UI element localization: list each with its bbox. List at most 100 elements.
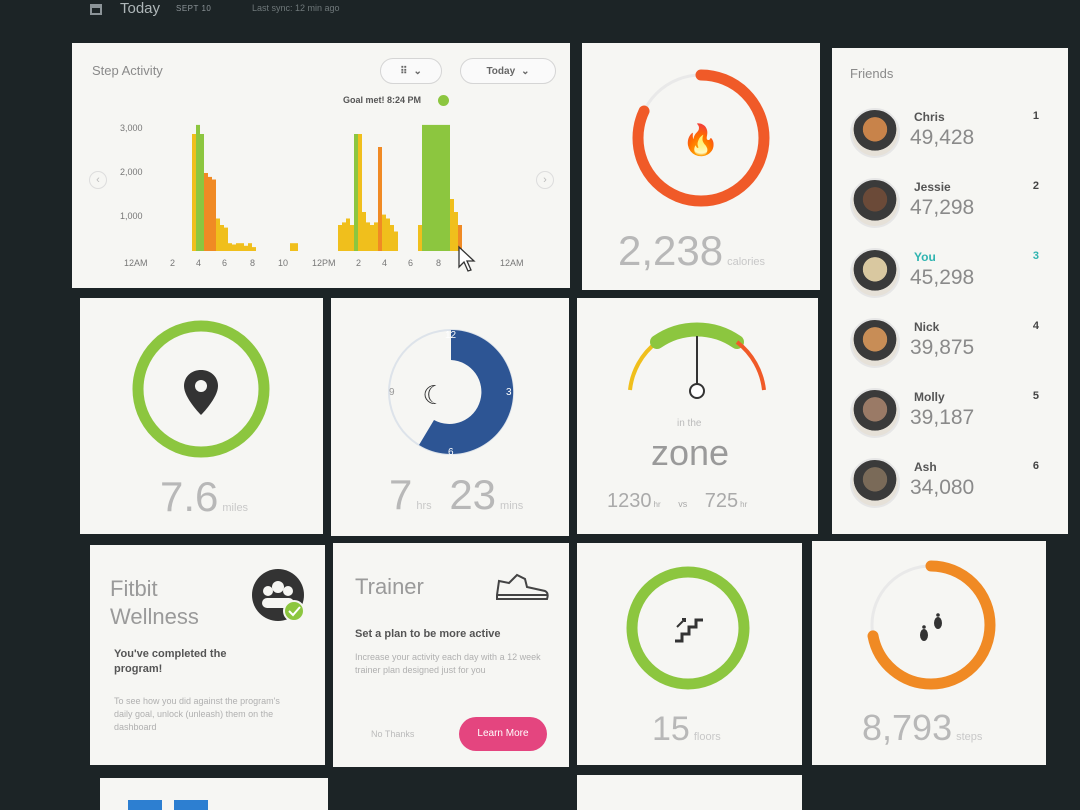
friend-name: Chris — [914, 110, 945, 124]
step-bar — [346, 218, 350, 251]
friend-steps: 39,187 — [910, 406, 975, 429]
avatar — [850, 178, 900, 228]
step-bar — [244, 245, 248, 251]
step-bar — [422, 124, 426, 251]
step-bar — [358, 134, 362, 251]
partial-tile-bottom-middle[interactable] — [577, 775, 802, 810]
wellness-tile[interactable]: Fitbit Wellness You've completed the pro… — [90, 545, 325, 765]
steps-count-tile[interactable]: 8,793 steps — [812, 541, 1046, 765]
friend-rank: 1 — [1032, 110, 1039, 122]
step-bar — [362, 212, 366, 251]
friend-name: You — [914, 250, 936, 264]
calories-tile[interactable]: 🔥 2,238 calories — [582, 43, 820, 290]
step-bar — [390, 225, 394, 251]
step-bar — [394, 231, 398, 251]
step-bar — [430, 124, 434, 251]
location-pin-icon — [184, 370, 218, 415]
tile-title: Friends — [850, 66, 894, 81]
friend-name: Molly — [914, 390, 945, 404]
friend-row[interactable]: You 45,298 3 — [842, 242, 1047, 304]
floors-tile[interactable]: 15 floors — [577, 543, 802, 765]
moon-icon: ☾ — [422, 380, 445, 410]
sleep-tile[interactable]: ☾ 12 3 6 9 7 hrs 23 mins — [331, 298, 569, 536]
step-bar — [370, 225, 374, 251]
distance-stat: 7.6 miles — [160, 473, 249, 520]
step-bar — [232, 244, 236, 251]
friend-steps: 49,428 — [910, 126, 975, 149]
friend-row[interactable]: Nick 39,875 4 — [842, 312, 1047, 374]
flame-icon: 🔥 — [682, 122, 719, 157]
trainer-title: Trainer — [355, 574, 424, 599]
step-bar — [236, 243, 240, 251]
step-bar — [426, 124, 430, 251]
step-bar — [382, 214, 386, 251]
avatar — [850, 458, 900, 508]
stairs-icon — [675, 618, 703, 643]
step-bar — [290, 243, 294, 251]
wellness-completed-text: You've completed the program! — [114, 648, 227, 675]
friend-rank: 3 — [1032, 250, 1039, 262]
friend-row[interactable]: Molly 39,187 5 — [842, 382, 1047, 444]
friend-name: Ash — [914, 460, 937, 474]
zone-comparison: 1230 hr vs 725 hr — [607, 490, 748, 512]
friends-tile[interactable]: Friends Chris 49,428 1 Jessie 47,298 2 You 45,2… — [832, 48, 1068, 534]
step-bar — [200, 134, 204, 251]
step-bar — [220, 225, 224, 251]
page-title: Today — [120, 0, 161, 17]
wellness-body-text: To see how you did against the program's… — [114, 696, 280, 732]
friend-name: Jessie — [914, 180, 951, 194]
step-bar — [338, 225, 342, 251]
friend-row[interactable]: Ash 34,080 6 — [842, 452, 1047, 514]
steps-count-stat: 8,793 steps — [862, 707, 983, 748]
step-bar — [446, 124, 450, 251]
trainer-tile[interactable]: Trainer Set a plan to be more active Inc… — [333, 543, 569, 767]
friend-rank: 6 — [1032, 460, 1039, 472]
distance-tile[interactable]: 7.6 miles — [80, 298, 323, 534]
calendar-icon[interactable] — [90, 4, 102, 15]
friend-row[interactable]: Chris 49,428 1 — [842, 102, 1047, 164]
clock-label-12: 12 — [445, 330, 457, 341]
zone-title: zone — [651, 432, 730, 473]
step-bar — [240, 243, 244, 251]
group-check-icon — [252, 569, 305, 622]
partial-tile-bottom-left[interactable] — [100, 778, 328, 810]
avatar — [850, 318, 900, 368]
weight-bar-icon — [128, 800, 162, 810]
friend-row[interactable]: Jessie 47,298 2 — [842, 172, 1047, 234]
weight-bar-icon — [174, 800, 208, 810]
date-label: SEPT 10 — [176, 4, 212, 13]
step-bar — [450, 199, 454, 251]
step-bar — [442, 124, 446, 251]
friend-rank: 4 — [1032, 320, 1039, 332]
step-bar — [224, 227, 228, 251]
step-bar — [216, 218, 220, 251]
step-bar — [374, 222, 378, 251]
no-thanks-link[interactable]: No Thanks — [371, 729, 414, 739]
avatar — [850, 248, 900, 298]
step-activity-tile[interactable]: Step Activity ⠿ ⌄ Today ⌄ Goal met! 8:24… — [72, 43, 570, 288]
sleep-stat: 7 hrs 23 mins — [389, 471, 524, 518]
step-bar — [434, 124, 438, 251]
top-bar: Today SEPT 10 Last sync: 12 min ago — [0, 0, 1080, 36]
step-bar — [386, 218, 390, 251]
step-bar — [366, 222, 370, 251]
friend-steps: 47,298 — [910, 196, 975, 219]
sneaker-icon — [496, 573, 549, 600]
friend-name: Nick — [914, 320, 940, 334]
trainer-body-text: Increase your activity each day with a 1… — [355, 652, 541, 675]
step-bar-chart — [192, 124, 462, 251]
step-bar — [252, 247, 256, 251]
heart-zone-tile[interactable]: in the zone 1230 hr vs 725 hr — [577, 298, 818, 534]
avatar — [850, 388, 900, 438]
zone-caption: in the — [677, 418, 702, 429]
friend-steps: 39,875 — [910, 336, 975, 359]
learn-more-button[interactable]: Learn More — [459, 717, 547, 751]
step-bar — [208, 176, 212, 251]
clock-label-3: 3 — [506, 387, 512, 398]
clock-label-9: 9 — [389, 387, 395, 398]
step-bar — [196, 124, 200, 251]
step-bar — [212, 179, 216, 251]
mouse-cursor-icon — [458, 245, 476, 272]
friend-steps: 34,080 — [910, 476, 975, 499]
friend-rank: 2 — [1032, 180, 1039, 192]
